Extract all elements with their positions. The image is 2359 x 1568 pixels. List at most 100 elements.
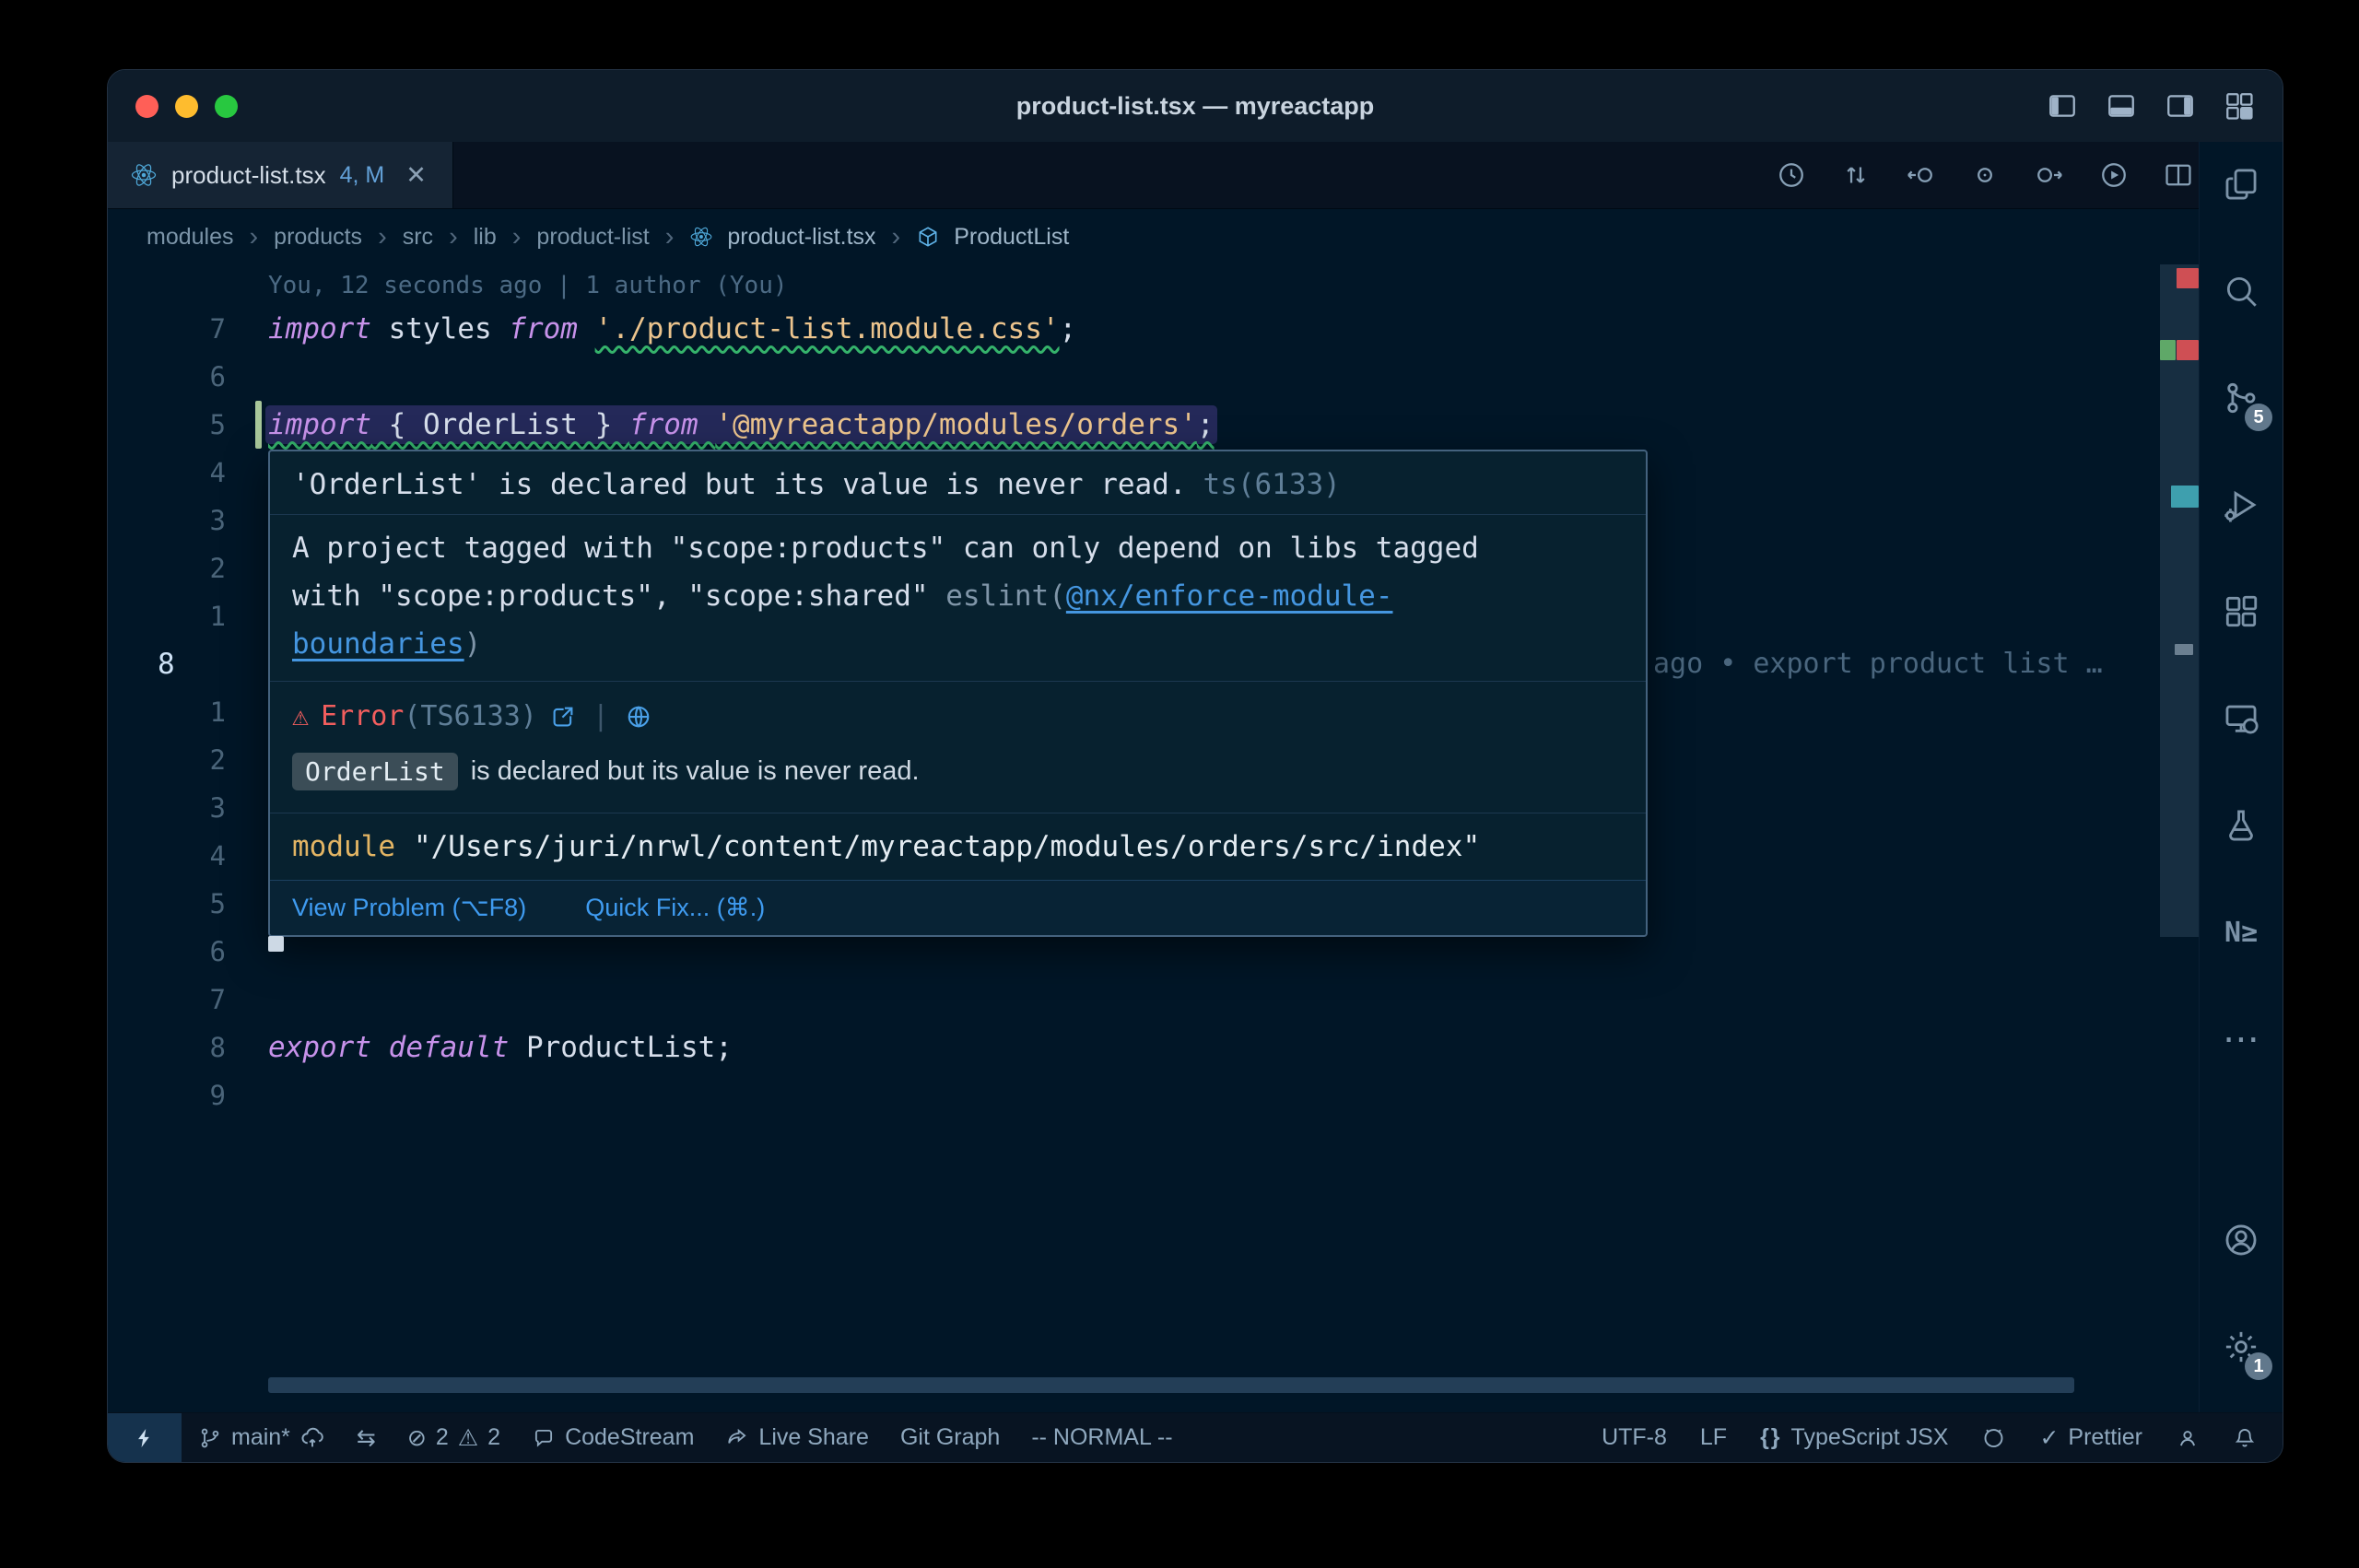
chevron-right-icon: › xyxy=(376,222,389,252)
chevron-right-icon: › xyxy=(447,222,460,252)
line-number[interactable]: 4 xyxy=(108,832,268,880)
toggle-primary-sidebar-icon[interactable] xyxy=(2047,90,2078,122)
gitlens-compare-icon[interactable]: ⇆ xyxy=(357,1424,376,1452)
vim-mode-label: -- NORMAL -- xyxy=(1031,1424,1172,1451)
live-share-item[interactable]: Live Share xyxy=(725,1424,869,1451)
check-icon: ✓ xyxy=(2039,1424,2059,1452)
extensions-icon[interactable] xyxy=(2208,579,2274,645)
diff-marker xyxy=(2177,340,2199,360)
additional-views-icon[interactable]: ⋯ xyxy=(2208,1006,2274,1072)
open-changes-icon[interactable] xyxy=(1838,158,1873,193)
line-number[interactable]: 8 xyxy=(108,640,268,688)
live-share-label: Live Share xyxy=(758,1424,869,1451)
line-number[interactable]: 3 xyxy=(108,497,268,544)
line-number[interactable]: 5 xyxy=(108,880,268,928)
git-graph-item[interactable]: Git Graph xyxy=(900,1424,1000,1451)
problems-indicator[interactable]: ⊘ 2 ⚠ 2 xyxy=(407,1424,500,1452)
line-number[interactable]: 5 xyxy=(108,401,268,449)
run-debug-icon[interactable] xyxy=(2208,472,2274,538)
chevron-right-icon: › xyxy=(511,222,523,252)
code-line[interactable]: import styles from './product-list.modul… xyxy=(268,305,2160,353)
tab-close-icon[interactable]: ✕ xyxy=(405,161,427,190)
code-line[interactable] xyxy=(268,353,2160,401)
react-file-icon xyxy=(689,225,713,249)
breadcrumb-item[interactable]: modules xyxy=(147,224,234,251)
settings-gear-icon[interactable]: 1 xyxy=(2208,1314,2274,1380)
breadcrumb-item-symbol[interactable]: ProductList xyxy=(954,224,1069,251)
source-control-icon[interactable]: 5 xyxy=(2208,365,2274,431)
breadcrumb: modules › products › src › lib › product… xyxy=(108,209,2283,264)
symbol-cube-icon xyxy=(916,225,940,249)
line-number[interactable]: 3 xyxy=(108,784,268,832)
hover-resize-grip[interactable] xyxy=(268,936,284,952)
toggle-panel-icon[interactable] xyxy=(2106,90,2137,122)
vim-mode-indicator[interactable]: -- NORMAL -- xyxy=(1031,1424,1172,1451)
diff-marker xyxy=(2175,644,2193,655)
scm-badge: 5 xyxy=(2245,404,2272,431)
open-external-icon[interactable] xyxy=(549,703,577,731)
error-hover-popup: 'OrderList' is declared but its value is… xyxy=(268,450,1648,937)
view-problem-link[interactable]: View Problem (⌥F8) xyxy=(292,894,526,922)
explorer-icon[interactable] xyxy=(2208,151,2274,217)
line-number[interactable]: 6 xyxy=(108,928,268,976)
code-line[interactable]: import { OrderList } from '@myreactapp/m… xyxy=(268,401,2160,449)
line-number[interactable]: 1 xyxy=(108,688,268,736)
previous-change-icon[interactable] xyxy=(1903,158,1938,193)
chevron-right-icon: › xyxy=(890,222,903,252)
quick-fix-link[interactable]: Quick Fix... (⌘.) xyxy=(585,894,765,922)
globe-icon[interactable] xyxy=(625,703,652,731)
code-line[interactable] xyxy=(268,1071,2160,1119)
remote-indicator[interactable] xyxy=(108,1413,182,1462)
line-number[interactable]: 2 xyxy=(108,544,268,592)
module-keyword: module xyxy=(292,830,395,863)
branch-indicator[interactable]: main* xyxy=(198,1424,325,1451)
run-code-icon[interactable] xyxy=(2096,158,2131,193)
line-number[interactable]: 1 xyxy=(108,592,268,640)
language-indicator[interactable]: {} TypeScript JSX xyxy=(1760,1424,1948,1451)
hover-module-row: module"/Users/juri/nrwl/content/myreacta… xyxy=(270,813,1646,880)
breadcrumb-item-file[interactable]: product-list.tsx xyxy=(727,224,875,251)
diff-marker xyxy=(2160,340,2176,360)
breadcrumb-item[interactable]: products xyxy=(274,224,362,251)
github-icon[interactable] xyxy=(1981,1425,2006,1450)
code-line[interactable] xyxy=(268,976,2160,1024)
encoding-indicator[interactable]: UTF-8 xyxy=(1602,1424,1667,1451)
settings-badge: 1 xyxy=(2245,1352,2272,1380)
line-number[interactable]: 8 xyxy=(108,1024,268,1071)
prettier-indicator[interactable]: ✓ Prettier xyxy=(2039,1424,2142,1452)
line-number[interactable]: 7 xyxy=(108,305,268,353)
tab-product-list[interactable]: product-list.tsx 4, M ✕ xyxy=(108,142,453,208)
code-line[interactable]: export default ProductList; xyxy=(268,1024,2160,1071)
search-icon[interactable] xyxy=(2208,258,2274,324)
eol-indicator[interactable]: LF xyxy=(1700,1424,1727,1451)
line-number[interactable]: 7 xyxy=(108,976,268,1024)
next-change-icon[interactable] xyxy=(2032,158,2067,193)
timeline-history-icon[interactable] xyxy=(1774,158,1809,193)
branch-name: main* xyxy=(231,1424,290,1451)
line-number[interactable]: 6 xyxy=(108,353,268,401)
testing-icon[interactable] xyxy=(2208,792,2274,859)
split-editor-icon[interactable] xyxy=(2161,158,2196,193)
customize-layout-icon[interactable] xyxy=(2224,90,2255,122)
git-graph-label: Git Graph xyxy=(900,1424,1000,1451)
remote-explorer-icon[interactable] xyxy=(2208,685,2274,752)
gitlens-icon[interactable] xyxy=(2176,1426,2200,1450)
breadcrumb-item[interactable]: src xyxy=(403,224,433,251)
line-number[interactable]: 2 xyxy=(108,736,268,784)
line-number[interactable]: 4 xyxy=(108,449,268,497)
nx-console-icon[interactable]: N≥ xyxy=(2208,899,2274,965)
tab-label: product-list.tsx xyxy=(171,161,326,190)
breadcrumb-item[interactable]: lib xyxy=(474,224,497,251)
vertical-scrollbar-thumb[interactable] xyxy=(2160,264,2199,937)
horizontal-scrollbar[interactable] xyxy=(268,1377,2074,1393)
codestream-item[interactable]: CodeStream xyxy=(532,1424,694,1451)
line-number[interactable]: 9 xyxy=(108,1071,268,1119)
toggle-secondary-sidebar-icon[interactable] xyxy=(2165,90,2196,122)
breadcrumb-item[interactable]: product-list xyxy=(536,224,649,251)
notifications-bell-icon[interactable] xyxy=(2233,1426,2257,1450)
changes-icon[interactable] xyxy=(1967,158,2002,193)
account-icon[interactable] xyxy=(2208,1207,2274,1273)
prettier-label: Prettier xyxy=(2068,1424,2142,1451)
vscode-window: product-list.tsx — myreactapp xyxy=(107,69,2283,1463)
codestream-label: CodeStream xyxy=(565,1424,694,1451)
